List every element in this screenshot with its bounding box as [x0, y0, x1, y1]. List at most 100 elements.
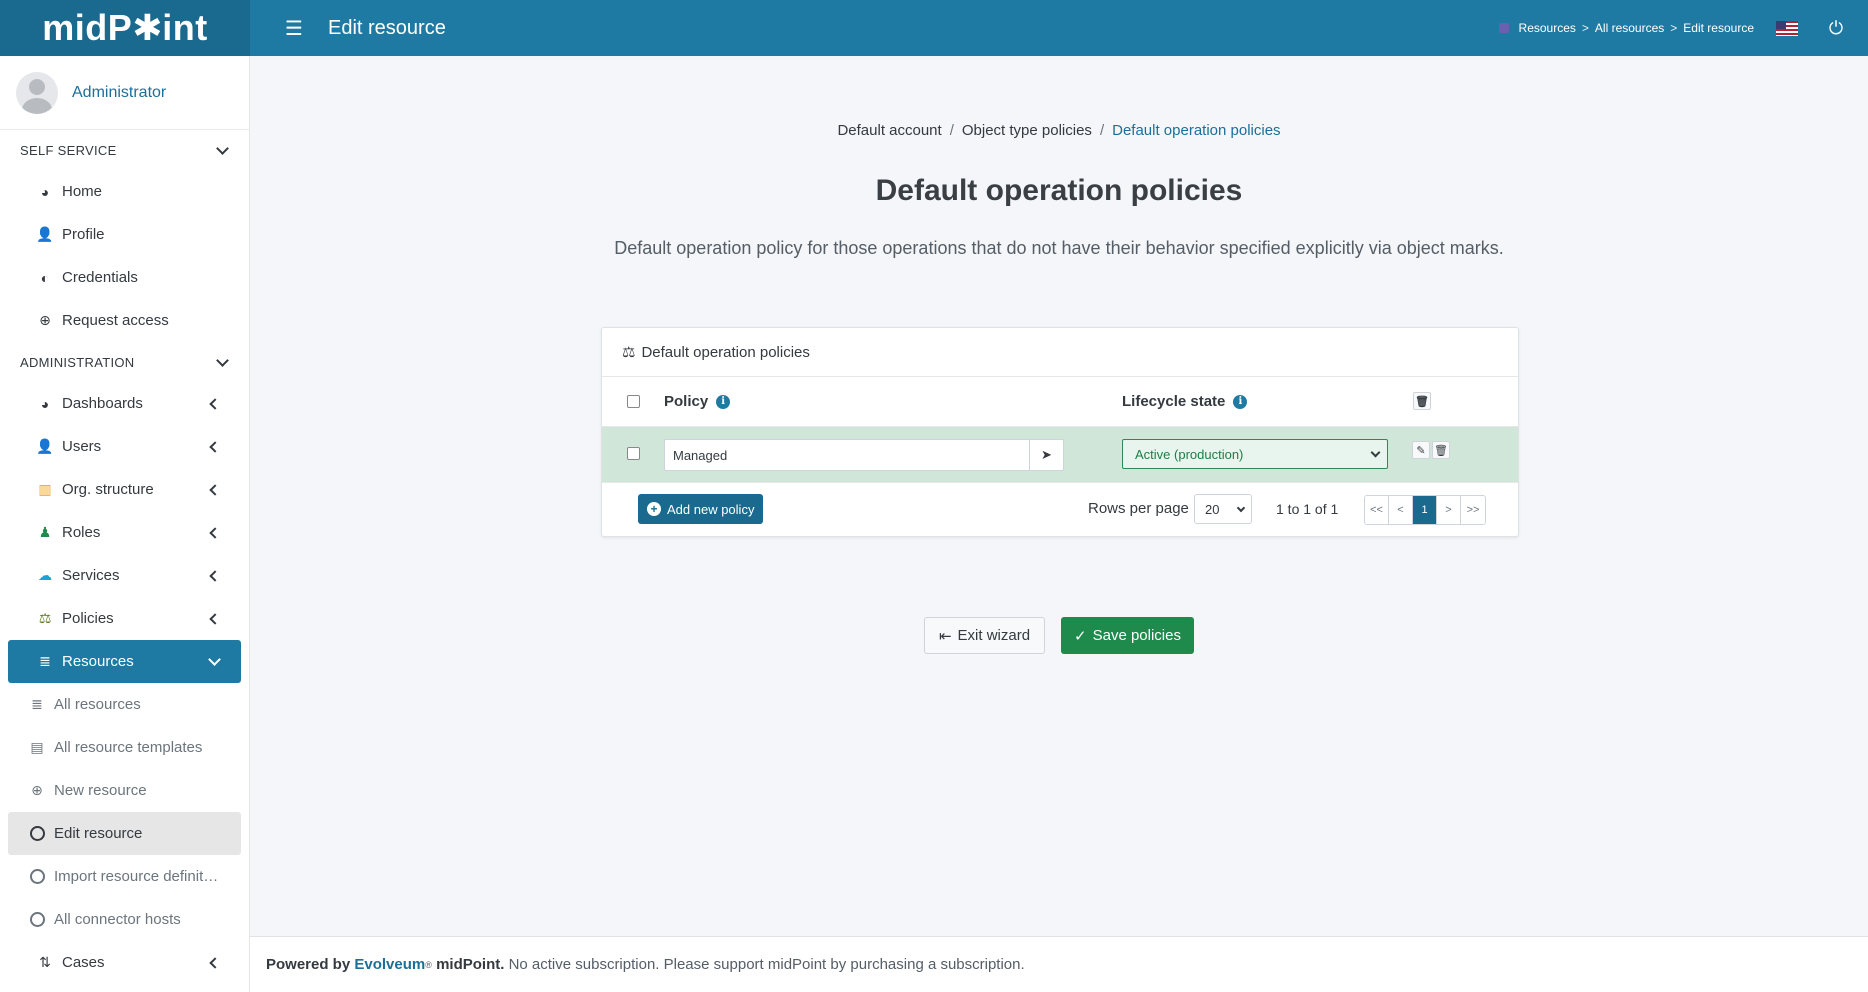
footer-brand-link[interactable]: Evolveum — [354, 956, 425, 973]
row-checkbox[interactable] — [627, 447, 640, 460]
chevron-down-icon — [208, 653, 221, 666]
database-icon: ≣ — [31, 696, 43, 712]
sidebar-item-label: Roles — [62, 524, 101, 541]
lifecycle-state-select[interactable]: Active (production) — [1122, 439, 1388, 469]
chevron-down-icon — [1236, 503, 1246, 512]
plus-circle-icon: ⊕ — [39, 312, 51, 328]
button-label: Save policies — [1092, 627, 1181, 644]
pointer-icon[interactable]: ➤ — [1029, 440, 1063, 470]
us-flag-icon[interactable] — [1776, 20, 1798, 36]
page-first[interactable]: << — [1365, 496, 1389, 524]
midpoint-logo[interactable]: midP ✱ int — [0, 0, 250, 56]
top-navbar: midP ✱ int ☰ Edit resource Resources > All… — [0, 0, 1868, 56]
footer-powered-by: Powered by — [266, 956, 351, 973]
sidebar-item-label: Cases — [62, 954, 105, 971]
sidebar-item-resources[interactable]: ≣ Resources — [8, 640, 241, 683]
card-title: Default operation policies — [641, 343, 810, 361]
scale-icon: ⚖ — [38, 610, 52, 626]
wizard-step-object-type-policies[interactable]: Object type policies — [962, 122, 1092, 139]
sidebar-subitem-edit-resource[interactable]: Edit resource — [8, 812, 241, 855]
sidebar-item-users[interactable]: 👤 Users — [8, 425, 241, 468]
sidebar-item-label: Home — [62, 183, 103, 200]
edit-row-button[interactable]: ✎ — [1412, 441, 1430, 459]
sidebar-item-request-access[interactable]: ⊕ Request access — [8, 299, 241, 342]
delete-selected-button[interactable]: 🗑 — [1413, 392, 1431, 410]
sidebar-item-credentials[interactable]: ◐ Credentials — [8, 256, 241, 299]
section-self-service[interactable]: SELF SERVICE — [0, 130, 249, 170]
page-footer: Powered by Evolveum ® midPoint. No active… — [250, 936, 1868, 992]
rows-per-page-select[interactable]: 20 — [1194, 494, 1252, 524]
sidebar-item-roles[interactable]: ♟ Roles — [8, 511, 241, 554]
chevron-down-icon — [216, 141, 229, 155]
footer-reg-mark: ® — [425, 959, 432, 970]
policies-card: ⚖ Default operation policies Policy i Lif… — [601, 327, 1519, 537]
logo-text-left: midP — [42, 7, 133, 48]
rows-per-page-label: Rows per page — [1088, 500, 1189, 517]
info-icon[interactable]: i — [1233, 394, 1248, 409]
exit-wizard-button[interactable]: ⇤ Exit wizard — [924, 617, 1045, 654]
sidebar-subitem-all-resource-templates[interactable]: ▤ All resource templates — [8, 726, 241, 769]
page-last[interactable]: >> — [1461, 496, 1485, 524]
database-icon: ≣ — [39, 653, 51, 669]
column-header-lifecycle[interactable]: Lifecycle state i — [1122, 393, 1248, 410]
logo-star: ✱ — [132, 7, 163, 48]
column-header-policy[interactable]: Policy i — [664, 393, 731, 410]
chevron-left-icon — [209, 569, 221, 582]
sidebar-item-services[interactable]: ☁ Services — [8, 554, 241, 597]
button-label: Exit wizard — [957, 627, 1031, 644]
policy-field[interactable]: Managed ➤ — [664, 439, 1064, 471]
wizard-step-default-account[interactable]: Default account — [837, 122, 941, 139]
section-administration[interactable]: ADMINISTRATION — [0, 342, 249, 382]
sidebar-subitem-import-resource-definition[interactable]: Import resource definit… — [8, 855, 241, 898]
user-name-link[interactable]: Administrator — [72, 84, 166, 102]
save-policies-button[interactable]: ✓ Save policies — [1061, 617, 1194, 654]
breadcrumb-all-resources[interactable]: All resources — [1595, 21, 1664, 35]
sidebar-item-cases[interactable]: ⇅ Cases — [8, 941, 241, 984]
file-icon: ▤ — [30, 739, 44, 755]
table-footer: + Add new policy Rows per page 20 1 to 1… — [602, 483, 1518, 537]
dashboard-icon: ◕ — [40, 183, 50, 200]
sidebar-item-home[interactable]: ◕ Home — [8, 170, 241, 213]
cases-icon: ⇅ — [39, 954, 51, 970]
add-new-policy-button[interactable]: + Add new policy — [638, 494, 764, 524]
sidebar-item-dashboards[interactable]: ◕ Dashboards — [8, 382, 241, 425]
sidebar: Administrator SELF SERVICE ◕ Home 👤 Profil… — [0, 56, 250, 992]
select-all-checkbox[interactable] — [627, 395, 640, 408]
breadcrumb-edit-resource: Edit resource — [1683, 21, 1754, 35]
delete-row-button[interactable]: 🗑 — [1432, 441, 1450, 459]
page-prev[interactable]: < — [1389, 496, 1413, 524]
sidebar-subitem-new-resource[interactable]: ⊕ New resource — [8, 769, 241, 812]
sidebar-item-policies[interactable]: ⚖ Policies — [8, 597, 241, 640]
step-separator: / — [1099, 122, 1105, 139]
sidebar-subitem-all-resources[interactable]: ≣ All resources — [8, 683, 241, 726]
avatar — [16, 71, 58, 114]
page-description: Default operation policy for those opera… — [614, 238, 1504, 258]
user-panel: Administrator — [0, 56, 249, 130]
sidebar-subitem-all-connector-hosts[interactable]: All connector hosts — [8, 898, 241, 941]
power-icon[interactable]: ⏻ — [1826, 18, 1846, 38]
sidebar-item-profile[interactable]: 👤 Profile — [8, 213, 241, 256]
step-separator: / — [949, 122, 954, 139]
building-icon: ▥ — [38, 481, 52, 497]
lifecycle-state-value: Active (production) — [1135, 446, 1244, 462]
wizard-steps: Default account / Object type policies / Def… — [250, 122, 1868, 139]
paging-count: 1 to 1 of 1 — [1276, 501, 1339, 517]
breadcrumb-resources[interactable]: Resources — [1519, 21, 1576, 35]
sidebar-item-label: Request access — [62, 312, 169, 329]
resource-icon — [1498, 23, 1509, 33]
sidebar-item-org-structure[interactable]: ▥ Org. structure — [8, 468, 241, 511]
page-title: Default operation policies — [875, 174, 1243, 207]
sidebar-item-label: Org. structure — [62, 481, 154, 498]
sidebar-item-label: Services — [62, 567, 120, 584]
page-current[interactable]: 1 — [1413, 496, 1437, 524]
page-next[interactable]: > — [1437, 496, 1461, 524]
pagination: << < 1 > >> — [1364, 495, 1486, 525]
logo-text-right: int — [162, 7, 208, 48]
check-icon: ✓ — [1074, 627, 1087, 645]
sidebar-item-label: Import resource definit… — [54, 868, 219, 885]
scale-icon: ⚖ — [622, 344, 636, 361]
menu-toggle-icon[interactable]: ☰ — [272, 6, 316, 50]
info-icon[interactable]: i — [716, 394, 731, 409]
chevron-left-icon — [209, 397, 221, 410]
chevron-left-icon — [209, 956, 221, 969]
